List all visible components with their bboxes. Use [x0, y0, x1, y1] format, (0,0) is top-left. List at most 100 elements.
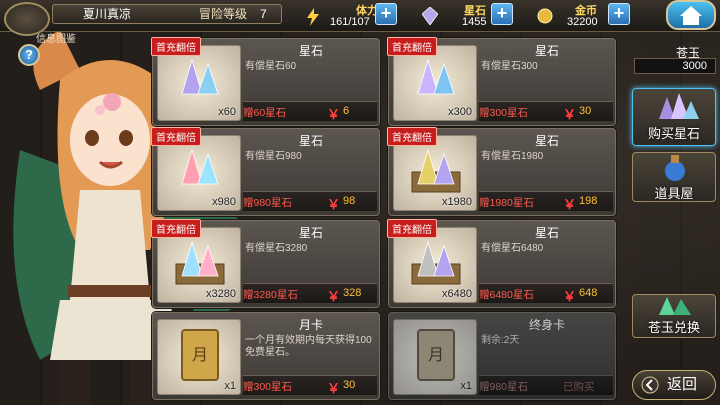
price-bar[interactable]: 赠980星石 已购买 [479, 375, 613, 395]
starstone-pile-icon [659, 93, 699, 119]
bonus-label: 赠60星石 [243, 107, 287, 119]
starstone-bundle-icon [411, 148, 461, 193]
quantity-label: x300 [448, 106, 472, 118]
back-button[interactable]: 返回 [632, 370, 716, 400]
first-charge-badge: 首充翻倍 [387, 37, 437, 56]
cangyu-value: 3000 [634, 58, 716, 74]
card-ticket-icon: 月 [417, 329, 455, 381]
quantity-label: x980 [212, 196, 236, 208]
product-title: 星石 [534, 134, 559, 148]
player-name: 夏川真凉 [83, 7, 132, 21]
quantity-label: x1 [460, 380, 472, 392]
level-label: 冒险等级 [199, 7, 248, 21]
product-card[interactable]: 月 x1 终身卡 剩余:2天赠980星石 已购买 [388, 312, 616, 400]
first-charge-badge: 首充翻倍 [151, 37, 201, 56]
price-value: 648 [579, 287, 598, 299]
coin-icon [537, 8, 553, 24]
price-value: 198 [579, 195, 598, 207]
product-title: 星石 [298, 134, 323, 148]
price-bar[interactable]: 赠300星石 ￥ 30 [243, 375, 377, 396]
svg-text:月: 月 [428, 345, 444, 364]
price-value: 98 [343, 195, 356, 207]
price-value: 328 [343, 287, 362, 299]
product-card[interactable]: x60 首充翻倍 星石 有偿星石60 赠60星石 ￥ 6 [151, 37, 380, 126]
first-charge-badge: 首充翻倍 [387, 219, 437, 238]
price-value: 6 [343, 105, 350, 117]
product-description: 有偿星石300 [481, 61, 538, 72]
starstone-icon [422, 7, 438, 25]
bonus-label: 赠300星石 [479, 107, 529, 119]
purchased-status: 已购买 [563, 381, 595, 393]
player-info-bar[interactable]: 夏川真凉 冒险等级 7 [52, 4, 282, 24]
product-title: 星石 [534, 226, 559, 240]
product-card[interactable]: x6480 首充翻倍 星石有偿星石6480 赠6480星石 ￥ 648 [387, 219, 616, 308]
price-bar[interactable]: 赠980星石 ￥ 98 [243, 191, 377, 212]
price-bar[interactable]: 赠6480星石 ￥ 648 [479, 283, 613, 304]
product-description: 有偿星石1980 [481, 151, 544, 162]
product-description: 有偿星石6480 [481, 243, 544, 254]
product-image: 月 x1 [157, 319, 241, 395]
quantity-label: x3280 [206, 288, 236, 300]
product-title: 星石 [298, 44, 323, 58]
first-charge-badge: 首充翻倍 [151, 219, 201, 238]
add-starstone-button[interactable]: + [491, 3, 513, 25]
product-card[interactable]: x300 首充翻倍 星石有偿星石300 赠300星石 ￥ 30 [387, 37, 616, 126]
home-icon [680, 6, 702, 25]
price-value: 30 [343, 379, 356, 391]
bonus-label: 赠6480星石 [479, 289, 534, 301]
yen-icon: ￥ [563, 289, 577, 304]
buy-starstone-tab[interactable]: 购买星石 [632, 88, 716, 146]
add-stamina-button[interactable]: + [375, 3, 397, 25]
add-gold-button[interactable]: + [608, 3, 630, 25]
product-description: 有偿星石3280 [245, 243, 308, 254]
product-description: 一个月有效期内每天获得100免费星石。 [245, 335, 372, 358]
lightning-icon [307, 8, 319, 26]
bonus-label: 赠1980星石 [479, 197, 534, 209]
product-title: 终身卡 [528, 318, 565, 332]
product-image: x300 [393, 45, 477, 121]
product-card[interactable]: 月 x1 月卡一个月有效期内每天获得100免费星石。赠300星石 ￥ 30 [152, 312, 380, 400]
product-image: x60 [157, 45, 241, 121]
svg-text:月: 月 [192, 345, 208, 364]
product-image: x6480 [393, 227, 477, 303]
product-image: x1980 [393, 135, 477, 211]
product-title: 星石 [298, 226, 323, 240]
product-image: 月 x1 [393, 319, 477, 395]
product-card[interactable]: x3280 首充翻倍 星石有偿星石3280 赠3280星石 ￥ 328 [151, 219, 380, 308]
yen-icon: ￥ [327, 107, 341, 122]
price-bar[interactable]: 赠60星石 ￥ 6 [243, 101, 377, 122]
price-bar[interactable]: 赠300星石 ￥ 30 [479, 101, 613, 122]
help-button[interactable]: ? [18, 44, 40, 66]
home-button[interactable] [666, 0, 716, 30]
starstone-bundle-icon [417, 58, 455, 95]
starstone-bundle-icon [175, 240, 225, 285]
starstone-bundle-icon [181, 58, 219, 95]
product-card[interactable]: x980 首充翻倍 星石有偿星石980 赠980星石 ￥ 98 [151, 127, 380, 216]
info-guide-label: 信息图鉴 [36, 34, 76, 45]
bonus-label: 赠300星石 [243, 381, 293, 393]
first-charge-badge: 首充翻倍 [151, 127, 201, 146]
yen-icon: ￥ [327, 381, 341, 396]
back-arrow-icon [641, 376, 659, 394]
product-description: 有偿星石60 [245, 61, 297, 72]
cangyu-exchange-tab[interactable]: 苍玉兑换 [632, 294, 716, 338]
product-description: 剩余:2天 [481, 335, 520, 346]
starstone-bundle-icon [411, 240, 461, 285]
product-image: x980 [157, 135, 241, 211]
yen-icon: ￥ [327, 289, 341, 304]
price-value: 30 [579, 105, 592, 117]
product-description: 有偿星石980 [245, 151, 302, 162]
price-bar[interactable]: 赠3280星石 ￥ 328 [243, 283, 377, 304]
product-title: 星石 [534, 44, 559, 58]
product-card[interactable]: x1980 首充翻倍 星石有偿星石1980 赠1980星石 ￥ 198 [387, 127, 616, 216]
bonus-label: 赠980星石 [243, 197, 293, 209]
green-gem-icon [659, 297, 691, 315]
item-shop-tab[interactable]: 道具屋 [632, 152, 716, 202]
product-image: x3280 [157, 227, 241, 303]
yen-icon: ￥ [563, 107, 577, 122]
product-title: 月卡 [298, 318, 323, 332]
price-bar[interactable]: 赠1980星石 ￥ 198 [479, 191, 613, 212]
first-charge-badge: 首充翻倍 [387, 127, 437, 146]
quantity-label: x1 [224, 380, 236, 392]
bonus-label: 赠980星石 [479, 381, 529, 393]
